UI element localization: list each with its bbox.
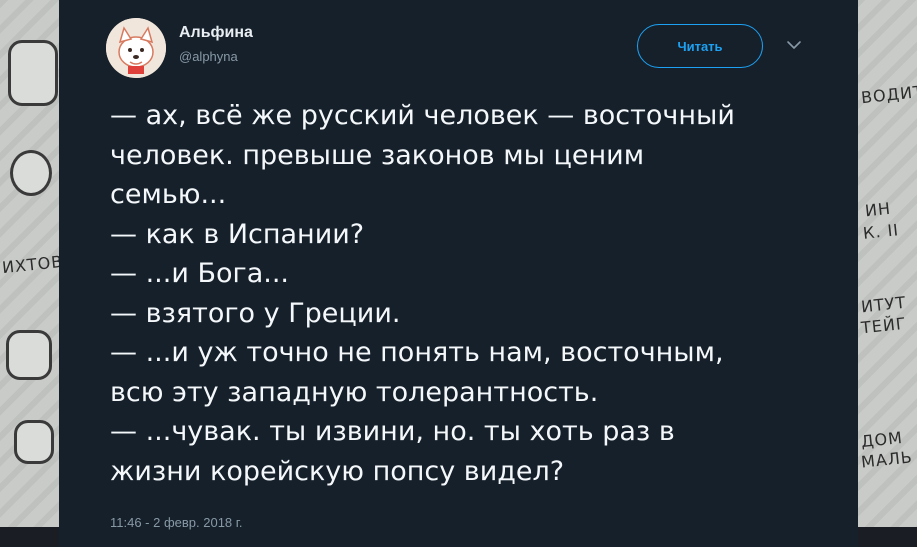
sketch-shape bbox=[14, 420, 54, 464]
chevron-down-icon[interactable] bbox=[785, 38, 803, 52]
background-text-right: ТЕЙГ bbox=[860, 313, 908, 338]
tweet-line: всю эту западную толерантность. bbox=[110, 376, 599, 408]
background-art-right: ВОДИТ ИН К. II ИТУТ ТЕЙГ ДОМ МАЛЬ bbox=[857, 0, 917, 547]
sketch-shape bbox=[6, 330, 52, 380]
sketch-shape bbox=[10, 150, 52, 196]
tweet-line: — ах, всё же русский человек — восточный bbox=[110, 100, 735, 131]
background-text-left: ИХТОВ bbox=[1, 251, 65, 278]
tweet-text: — ах, всё же русский человек — восточный… bbox=[110, 96, 830, 491]
tweet-line: жизни корейскую попсу видел? bbox=[110, 455, 565, 487]
tweet-line: — ...чувак. ты извини, но. ты хоть раз в bbox=[110, 416, 675, 447]
tweet-line: — как в Испании? bbox=[110, 218, 365, 250]
tweet-line: семью... bbox=[110, 179, 227, 210]
tweet-line: человек. превыше законов мы ценим bbox=[110, 139, 645, 171]
tweet-timestamp[interactable]: 11:46 - 2 февр. 2018 г. bbox=[110, 515, 243, 530]
follow-button[interactable]: Читать bbox=[637, 24, 763, 68]
tweet-card: Альфина @alphyna Читать — ах, всё же рус… bbox=[59, 0, 858, 547]
tweet-line: — ...и уж точно не понять нам, восточным… bbox=[110, 337, 724, 368]
author-handle[interactable]: @alphyna bbox=[179, 49, 238, 64]
background-text-right: ДОМ bbox=[860, 427, 904, 452]
background-text-right: ВОДИТ bbox=[860, 81, 917, 108]
tweet-line: — взятого у Греции. bbox=[110, 297, 401, 329]
cartoon-dog-avatar-icon[interactable] bbox=[106, 18, 166, 78]
author-name[interactable]: Альфина bbox=[179, 24, 253, 42]
tweet-line: — ...и Бога... bbox=[110, 258, 289, 289]
background-text-right: МАЛЬ bbox=[860, 447, 914, 472]
background-text-right: ИТУТ bbox=[860, 292, 908, 317]
sketch-shape bbox=[8, 40, 58, 106]
background-text-right: ИН bbox=[864, 198, 892, 221]
background-text-right: К. II bbox=[862, 220, 900, 243]
